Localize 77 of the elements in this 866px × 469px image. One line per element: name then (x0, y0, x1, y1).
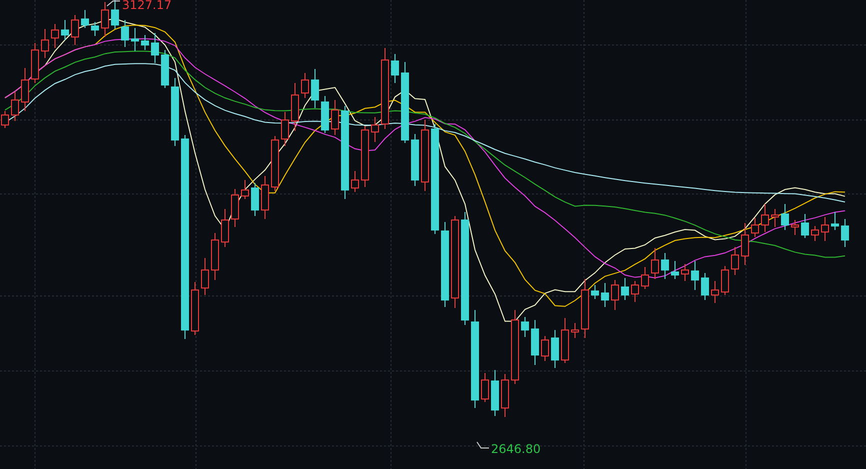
candlestick (361, 126, 369, 188)
candlestick (421, 120, 429, 192)
candlestick (21, 68, 29, 112)
candlestick (31, 42, 39, 84)
candlestick (711, 280, 719, 304)
high-price-label: 3127.17 (122, 0, 172, 12)
candlestick (281, 112, 289, 146)
candlestick (191, 282, 199, 336)
candlestick (601, 282, 609, 308)
candlestick (81, 10, 89, 28)
candlestick (111, 0, 119, 30)
candlestick (681, 264, 689, 282)
candlestick (691, 260, 699, 290)
candlestick (231, 188, 239, 228)
candlestick (71, 14, 79, 46)
candlestick (241, 180, 249, 200)
candlestick (811, 226, 819, 242)
candlestick (321, 96, 329, 134)
candlestick (201, 258, 209, 296)
candlestick (211, 232, 219, 280)
candlestick (521, 316, 529, 338)
candlestick (841, 218, 849, 248)
candlestick (261, 176, 269, 220)
candlestick (551, 330, 559, 368)
candlestick (41, 28, 49, 58)
candlestick (661, 252, 669, 280)
low-price-label: 2646.80 (491, 442, 541, 456)
candlestick (271, 136, 279, 192)
candlestick (61, 20, 69, 40)
candlestick (251, 182, 259, 216)
candlestick (531, 320, 539, 366)
candlestick (721, 266, 729, 296)
candlestick (791, 220, 799, 236)
candlestick (541, 336, 549, 362)
candlestick (701, 272, 709, 300)
candlestick (501, 374, 509, 418)
candlestick (51, 24, 59, 48)
candlestick (291, 82, 299, 132)
candlestick (411, 134, 419, 186)
candlestick (311, 68, 319, 108)
candlestick (631, 280, 639, 302)
candlestick (641, 266, 649, 290)
candlestick (151, 32, 159, 64)
candlestick (131, 28, 139, 52)
candlestick (561, 318, 569, 364)
candlestick (741, 222, 749, 266)
candlestick (731, 246, 739, 276)
candlestick (161, 50, 169, 88)
candlestick (761, 204, 769, 232)
candlestick (371, 116, 379, 142)
candlestick (671, 260, 679, 280)
candlestick (331, 100, 339, 136)
candlestick (801, 214, 809, 238)
candlestick (481, 372, 489, 402)
candlestick (571, 322, 579, 338)
candlestick (751, 218, 759, 238)
candlestick (11, 92, 19, 122)
candlestick (831, 212, 839, 230)
candlestick (771, 208, 779, 228)
candlestick (391, 54, 399, 84)
candlestick (91, 22, 99, 36)
candlestick (581, 278, 589, 338)
candlestick (611, 280, 619, 310)
candlestick (121, 20, 129, 48)
candlestick (141, 34, 149, 50)
candlestick (491, 370, 499, 416)
candlestick (351, 170, 359, 192)
candlestick (651, 248, 659, 280)
candlestick (821, 216, 829, 242)
candlestick (301, 72, 309, 98)
candlestick (171, 78, 179, 146)
candlestick (781, 204, 789, 230)
candlestick (221, 208, 229, 248)
leader-line (476, 442, 490, 448)
leader-line (106, 0, 120, 6)
candlestick (621, 278, 629, 300)
candlestick (591, 284, 599, 300)
